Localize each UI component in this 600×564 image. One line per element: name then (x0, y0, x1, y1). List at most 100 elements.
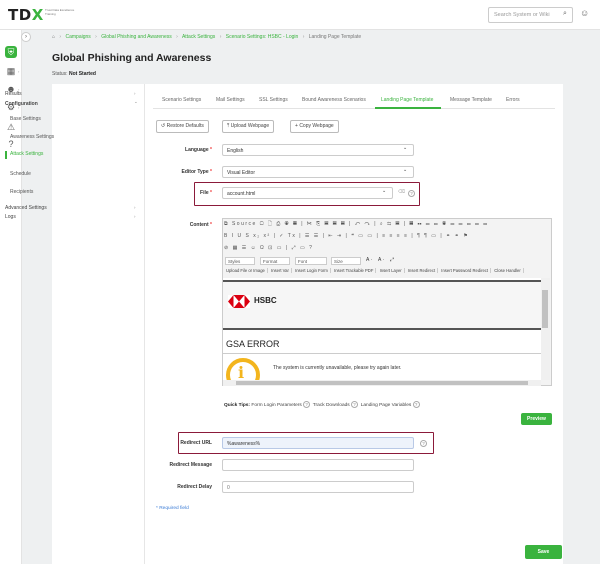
nav-logs[interactable]: Logs (5, 214, 16, 220)
horizontal-scroll-thumb[interactable] (236, 381, 528, 385)
breadcrumb-campaign[interactable]: Global Phishing and Awareness (101, 34, 172, 40)
bg-color-icon[interactable]: A· (378, 257, 386, 266)
tab-ssl-settings[interactable]: SSL Settings (259, 97, 288, 103)
upload-file-button[interactable]: Upload File or Image (224, 268, 268, 273)
nav-recipients[interactable]: Recipients (10, 189, 33, 195)
redirect-message-label: Redirect Message (169, 462, 212, 468)
breadcrumb-scenario-settings[interactable]: Scenario Settings: HSBC - Login (226, 34, 299, 40)
chevron-down-icon: ⌄ (134, 99, 138, 104)
insert-layer-button[interactable]: Insert Layer (377, 268, 405, 273)
save-button[interactable]: Save (525, 545, 562, 559)
logo-x: X (31, 6, 44, 24)
tab-errors[interactable]: Errors (506, 97, 520, 103)
restore-defaults-button[interactable]: ↺ Restore Defaults (156, 120, 209, 133)
editor-toolbar-row-1[interactable]: ⧉ Source ▢ 🗋 ⎙ ◉ ▦ | ✂ ⎘ ▤ ▤ ▤ | ↶ ↷ | ⌕… (224, 221, 489, 230)
file-label: File * (200, 190, 212, 196)
nav-base-settings[interactable]: Base Settings (10, 116, 41, 122)
editor-canvas[interactable]: HSBC GSA ERROR i The system is currently… (223, 278, 541, 380)
page-title: Global Phishing and Awareness (52, 52, 212, 64)
editor-type-select[interactable]: Visual Editor (222, 166, 414, 178)
file-select[interactable]: account.html (222, 187, 393, 199)
language-select[interactable]: English (222, 144, 414, 156)
nav-results[interactable]: Results (5, 91, 22, 97)
breadcrumb-attack-settings[interactable]: Attack Settings (182, 34, 215, 40)
home-icon[interactable]: ⌂ (52, 34, 55, 40)
tab-scenario-settings[interactable]: Scenario Settings (162, 97, 201, 103)
text-color-icon[interactable]: A· (366, 257, 374, 266)
user-icon[interactable]: ☺ (580, 8, 589, 18)
quick-tips: Quick Tips: Form Login Parameters ? Trac… (224, 401, 420, 408)
format-dropdown[interactable]: Format (260, 257, 290, 265)
font-dropdown[interactable]: Font (295, 257, 327, 265)
tip-landing-page-vars[interactable]: Landing Page Variables (361, 403, 412, 408)
redirect-message-input[interactable] (222, 459, 414, 471)
tab-bound-awareness[interactable]: Bound Awareness Scenarios (302, 97, 366, 103)
redirect-url-input[interactable]: %awareness% (222, 437, 414, 449)
divider (223, 353, 541, 354)
trash-icon[interactable]: ⌫ (398, 189, 405, 195)
insert-var-button[interactable]: Insert Var (269, 268, 292, 273)
tip-track-downloads[interactable]: Track Downloads (313, 403, 350, 408)
chevron-right-icon: › (134, 205, 136, 210)
redirect-delay-label: Redirect Delay (177, 484, 212, 490)
breadcrumb-campaigns[interactable]: Campaigns (65, 34, 90, 40)
chevron-right-icon: › (134, 91, 136, 96)
breadcrumb-current: Landing Page Template (308, 34, 362, 40)
styles-dropdown[interactable]: Styles (225, 257, 255, 265)
chevron-right-icon: › (134, 214, 136, 219)
sidebar-collapse-button[interactable]: › (21, 32, 31, 42)
nav-schedule[interactable]: Schedule (10, 171, 31, 177)
tdx-logo[interactable]: TDX (8, 6, 44, 24)
editor-type-label: Editor Type * (181, 169, 212, 175)
close-handler-button[interactable]: Close Handler (492, 268, 524, 273)
search-input[interactable]: Search System or Wiki (488, 7, 573, 23)
help-icon[interactable]: ? (303, 401, 311, 408)
left-nav (52, 84, 145, 564)
nav-awareness-settings[interactable]: Awareness Settings (10, 134, 54, 140)
maximize-icon[interactable]: ⤢ (390, 257, 396, 266)
redirect-url-label: Redirect URL (180, 440, 212, 446)
chevron-down-icon: ⌄ (403, 167, 408, 173)
insert-redirect-button[interactable]: Insert Redirect (405, 268, 439, 273)
status-line: Status: Not Started (52, 71, 96, 77)
error-title: GSA ERROR (226, 339, 280, 349)
redirect-url-help-icon[interactable]: ? (420, 440, 427, 447)
insert-trackable-pdf-button[interactable]: Insert Trackable PDF (332, 268, 377, 273)
nav-advanced-settings[interactable]: Advanced Settings (5, 205, 47, 211)
nav-attack-settings[interactable]: Attack Settings (5, 151, 43, 159)
shield-icon[interactable]: ⛨ (5, 46, 17, 58)
grid-icon[interactable]: ▦ (5, 65, 17, 77)
insert-login-form-button[interactable]: Insert Login Form (293, 268, 331, 273)
error-message: The system is currently unavailable, ple… (273, 365, 402, 371)
plus-icon: + (295, 123, 298, 129)
search-icon[interactable]: ⌕ (563, 10, 567, 18)
restore-icon: ↺ (161, 123, 166, 129)
required-field-note: * Required field (156, 506, 189, 511)
content-label: Content * (189, 222, 212, 228)
tab-landing-page-template[interactable]: Landing Page Template (381, 97, 433, 103)
help-icon[interactable]: ? (412, 401, 420, 408)
info-glyph: i (238, 363, 245, 380)
redirect-delay-input[interactable]: 0 (222, 481, 414, 493)
file-help-icon[interactable]: ? (408, 190, 415, 197)
vertical-scroll-thumb[interactable] (542, 290, 548, 328)
editor-toolbar-row-3[interactable]: ⊘ ▦ ☰ ☺ Ω ⊡ ▭ | ⤢ ▭ ? (224, 245, 313, 254)
tip-form-login[interactable]: Form Login Parameters (251, 403, 301, 408)
language-label: Language * (185, 147, 212, 153)
tab-message-template[interactable]: Message Template (450, 97, 492, 103)
status-value: Not Started (68, 71, 96, 77)
size-dropdown[interactable]: Size (331, 257, 361, 265)
help-icon[interactable]: ? (351, 401, 359, 408)
active-tab-indicator (375, 107, 441, 109)
insert-password-redirect-button[interactable]: Insert Password Redirect (439, 268, 492, 273)
hsbc-logo (228, 295, 250, 308)
preview-button[interactable]: Preview (521, 413, 552, 425)
chevron-down-icon: ⌄ (382, 188, 387, 194)
nav-configuration[interactable]: Configuration (5, 101, 38, 107)
upload-webpage-button[interactable]: ⤒ Upload Webpage (222, 120, 275, 133)
hsbc-brand-text: HSBC (254, 296, 277, 305)
alert-icon[interactable]: ⚠ (5, 121, 17, 133)
copy-webpage-button[interactable]: + Copy Webpage (290, 120, 339, 133)
editor-toolbar-row-2[interactable]: B I U S x₂ x² | ✓ Tx | ☰ ☰ | ⇤ ⇥ | ❝ ▭ ▭… (224, 233, 469, 242)
tab-mail-settings[interactable]: Mail Settings (216, 97, 245, 103)
